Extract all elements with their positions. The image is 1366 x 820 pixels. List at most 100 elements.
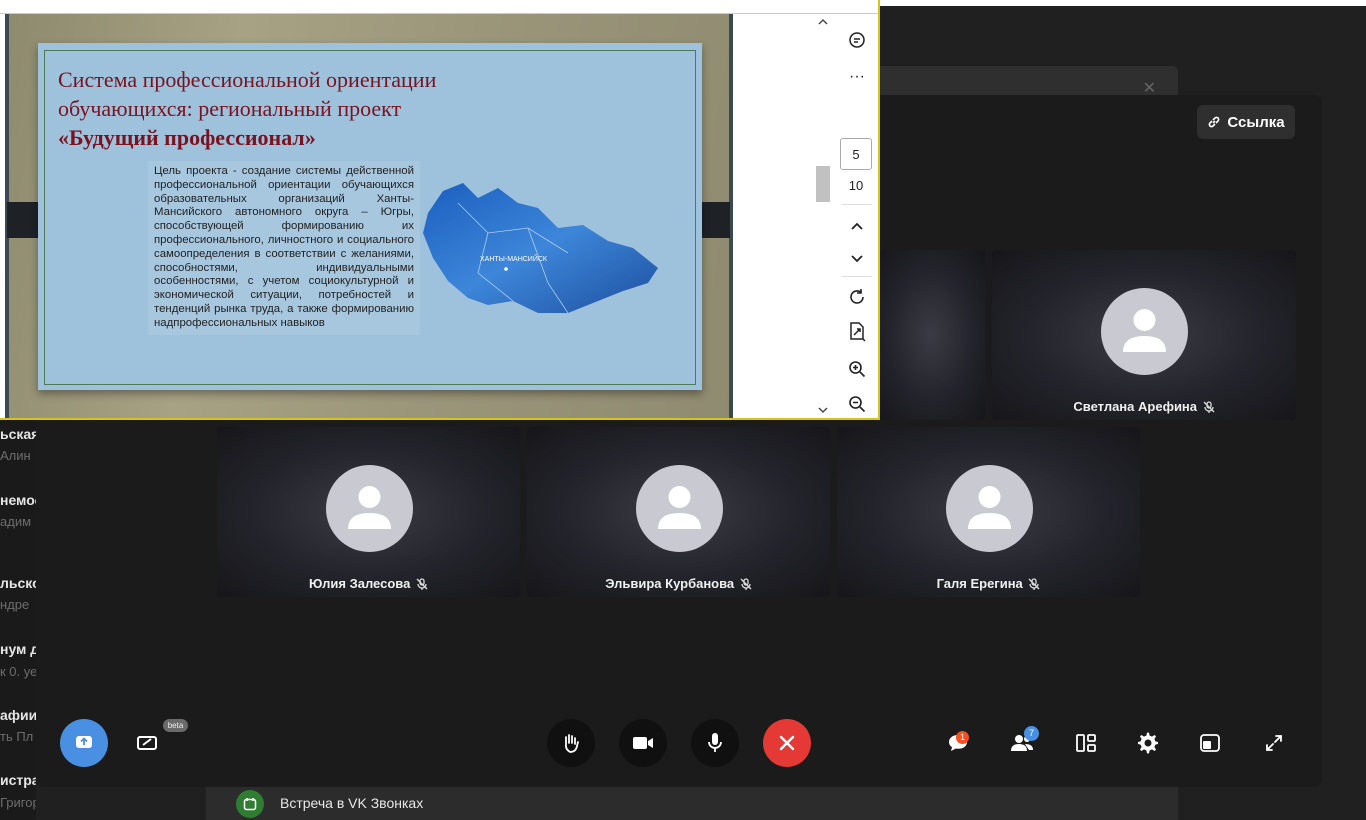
zoom-out-icon (849, 396, 866, 413)
participant-name-row: Эльвира Курбанова (527, 576, 830, 591)
avatar (1101, 288, 1188, 375)
close-icon (779, 735, 795, 751)
pdf-toolbar: ··· 5 10 (838, 14, 876, 418)
zoom-out-button[interactable] (838, 389, 876, 419)
chat-title[interactable]: льско (0, 575, 36, 591)
slide-project-name: «Будущий профессионал» (58, 125, 316, 150)
annotate-icon (849, 32, 865, 48)
page-total: 10 (848, 178, 864, 193)
avatar (325, 465, 413, 552)
whiteboard-button[interactable] (132, 727, 164, 759)
slide-title: Система профессиональной ориентации обуч… (58, 65, 518, 152)
participant-name: Юлия Залесова (309, 576, 411, 591)
chat-title[interactable]: немос (0, 492, 36, 508)
chat-subtitle: ндре (0, 597, 30, 612)
zoom-in-button[interactable] (838, 354, 876, 384)
fit-page-button[interactable] (838, 317, 876, 347)
background-window: ✕ (870, 66, 1178, 98)
settings-button[interactable] (1132, 727, 1164, 759)
meeting-bar[interactable]: Встреча в VK Звонках (206, 787, 1178, 820)
raise-hand-button[interactable] (547, 719, 595, 767)
scroll-up-icon[interactable] (818, 18, 828, 26)
pdf-titlebar (0, 0, 878, 14)
participant-name: Эльвира Курбанова (605, 576, 735, 591)
slide-body-text: Цель проекта - создание системы действен… (148, 161, 420, 335)
expand-icon (1266, 735, 1282, 751)
rotate-icon (850, 289, 864, 304)
participant-tile[interactable]: Эльвира Курбанова (527, 427, 830, 597)
pdf-scrollbar[interactable] (815, 14, 831, 418)
region-map-image: ХАНТЫ-МАНСИЙСК (423, 183, 658, 314)
slide-title-line: «Будущий профессионал» (58, 123, 518, 152)
microphone-button[interactable] (691, 719, 739, 767)
mic-muted-icon (1028, 578, 1040, 590)
participant-name-row: Галя Ерегина (837, 576, 1140, 591)
chat-subtitle: Алин (0, 448, 31, 463)
chat-subtitle: к 0. уе (0, 664, 36, 679)
scroll-down-icon[interactable] (818, 406, 828, 414)
divider (842, 276, 872, 277)
avatar (945, 465, 1033, 552)
user-icon (657, 486, 701, 529)
presentation-slide: Система профессиональной ориентации обуч… (38, 43, 702, 390)
chat-title[interactable]: афии (0, 707, 36, 723)
pdf-scroll-thumb[interactable] (816, 166, 830, 202)
beta-badge: beta (163, 719, 188, 732)
fullscreen-button[interactable] (1258, 727, 1290, 759)
copy-link-button[interactable]: Ссылка (1197, 105, 1295, 139)
picture-in-picture-button[interactable] (1194, 727, 1226, 759)
user-icon (967, 486, 1011, 529)
participant-name-row: Светлана Арефина (992, 399, 1296, 414)
next-page-button[interactable] (838, 244, 876, 274)
gear-icon (1138, 732, 1158, 754)
meeting-title: Встреча в VK Звонках (280, 795, 424, 811)
participant-name-row: Юлия Залесова (217, 576, 520, 591)
participants-badge: 7 (1024, 726, 1039, 741)
chat-subtitle: Григорьевна Б: Их нет в эт (0, 795, 36, 810)
chevron-up-icon (851, 222, 863, 230)
more-icon: ··· (849, 68, 865, 85)
share-screen-icon (76, 736, 92, 748)
camera-icon (633, 737, 653, 749)
chat-subtitle: адим (0, 514, 32, 529)
user-icon (347, 486, 391, 529)
participant-name: Светлана Арефина (1073, 399, 1198, 414)
share-screen-button[interactable] (60, 719, 108, 767)
previous-page-button[interactable] (838, 211, 876, 241)
participant-tile[interactable]: Галя Ерегина (837, 427, 1140, 597)
end-call-button[interactable] (763, 719, 811, 767)
camera-button[interactable] (619, 719, 667, 767)
layout-button[interactable] (1070, 727, 1102, 759)
mic-muted-icon (740, 578, 752, 590)
chat-title[interactable]: ьская (0, 426, 36, 442)
pdf-page: Система профессиональной ориентации обуч… (2, 14, 831, 418)
link-icon (1209, 116, 1220, 128)
chat-title[interactable]: нум д (0, 641, 36, 657)
chevron-down-icon (851, 255, 863, 263)
raise-hand-icon (564, 734, 579, 753)
pdf-viewer-window: Система профессиональной ориентации обуч… (0, 0, 880, 420)
avatar (635, 465, 723, 552)
map-city-label: ХАНТЫ-МАНСИЙСК (480, 254, 548, 263)
participant-tile[interactable]: Светлана Арефина (992, 250, 1296, 420)
mic-muted-icon (416, 578, 428, 590)
participant-tile-hidden[interactable] (877, 250, 985, 420)
user-icon (1123, 309, 1166, 352)
rotate-button[interactable] (838, 282, 876, 312)
page-number-input[interactable]: 5 (840, 138, 872, 170)
slide-title-line: Система профессиональной ориентации (58, 67, 437, 92)
zoom-in-icon (849, 361, 866, 378)
slide-title-line: обучающихся: региональный проект (58, 96, 402, 121)
chat-subtitle: ть Пл (0, 729, 34, 744)
more-options-button[interactable]: ··· (838, 62, 876, 92)
chat-title[interactable]: истрац (0, 772, 36, 788)
participant-name: Галя Ерегина (936, 576, 1023, 591)
microphone-icon (708, 733, 722, 752)
copy-link-label: Ссылка (1227, 113, 1285, 131)
picture-in-picture-icon (1200, 734, 1220, 752)
calendar-icon (236, 790, 264, 818)
background-chat-list: ьская Алин немос адим льско ндре нум д к… (0, 420, 36, 820)
annotate-button[interactable] (838, 25, 876, 55)
desktop-top-strip (880, 0, 1366, 6)
participant-tile[interactable]: Юлия Залесова (217, 427, 520, 597)
